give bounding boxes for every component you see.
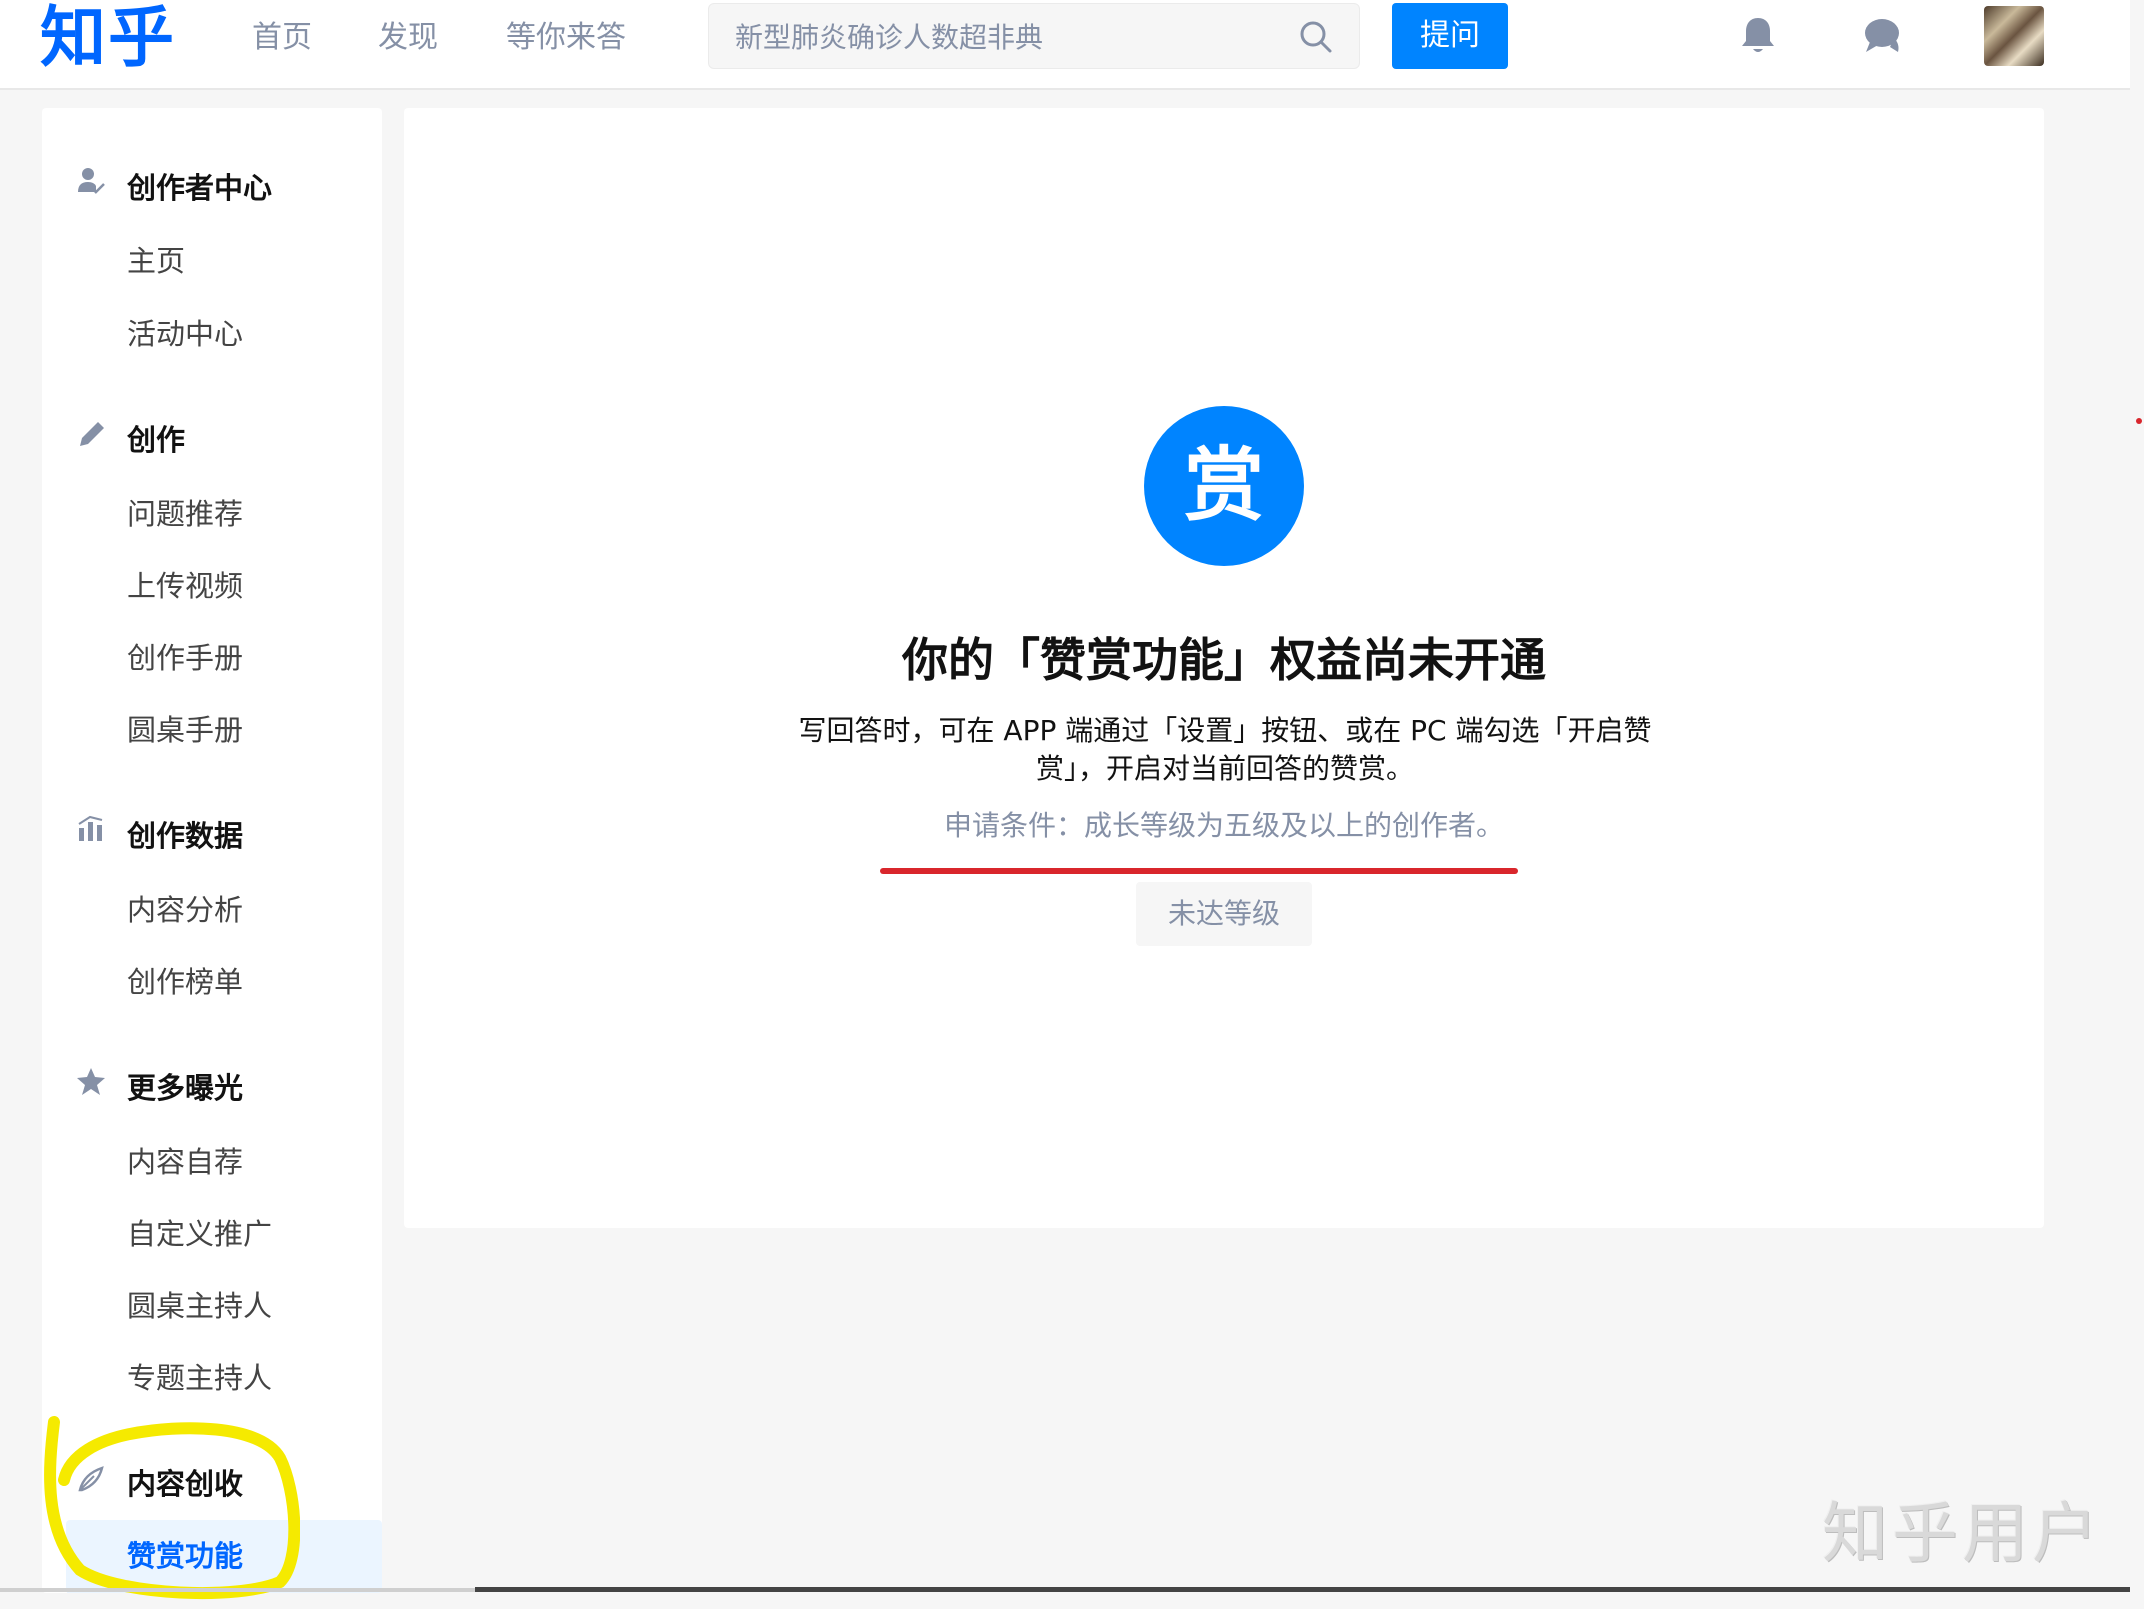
sidebar-item-custom-promotion[interactable]: 自定义推广 [127,1214,272,1254]
star-icon [77,1068,105,1095]
zhihu-logo[interactable]: 知乎 [40,0,176,76]
bell-icon[interactable] [1736,14,1780,58]
sidebar-item-creator-handbook[interactable]: 创作手册 [127,638,243,678]
sidebar-item-roundtable-handbook[interactable]: 圆桌手册 [127,710,243,750]
bottom-scrollbar[interactable] [475,1587,2130,1592]
top-header: 知乎 首页 发现 等你来答 提问 [0,0,2130,90]
ask-question-button[interactable]: 提问 [1392,3,1508,69]
creator-sidebar: 创作者中心 主页 活动中心 创作 问题推荐 上传视频 创作手册 圆桌手册 创作数… [42,108,382,1593]
section-title-more-exposure[interactable]: 更多曝光 [127,1068,243,1108]
nav-waiting-answers[interactable]: 等你来答 [506,18,626,58]
bar-chart-icon [78,815,103,841]
sidebar-item-roundtable-host[interactable]: 圆桌主持人 [127,1286,272,1326]
sidebar-item-topic-host[interactable]: 专题主持人 [127,1358,272,1398]
search-icon[interactable] [1299,20,1333,54]
sidebar-item-home[interactable]: 主页 [127,241,185,281]
section-title-creator-center[interactable]: 创作者中心 [127,168,272,208]
sidebar-item-content-analysis[interactable]: 内容分析 [127,890,243,930]
creator-icon [78,168,105,194]
sidebar-item-content-self-recommend[interactable]: 内容自荐 [127,1142,243,1182]
nav-discover[interactable]: 发现 [378,18,438,58]
watermark: 知乎用户 [1822,1495,2102,1572]
sidebar-item-activity-center[interactable]: 活动中心 [127,314,243,354]
red-underline-annotation [880,868,1518,874]
reward-not-enabled-title: 你的「赞赏功能」权益尚未开通 [902,633,1546,687]
search-box [708,3,1360,69]
sidebar-item-upload-video[interactable]: 上传视频 [127,566,243,606]
avatar[interactable] [1984,6,2044,66]
yellow-highlight-annotation [44,1416,300,1600]
red-dot [2136,418,2142,424]
sidebar-item-question-recommend[interactable]: 问题推荐 [127,494,243,534]
message-icon[interactable] [1860,14,1904,58]
section-title-creation-data[interactable]: 创作数据 [127,816,243,856]
reward-description: 写回答时，可在 APP 端通过「设置」按钮、或在 PC 端勾选「开启赞赏」，开启… [798,714,1652,785]
search-input[interactable] [733,16,1277,58]
pencil-icon [80,422,104,446]
nav-home[interactable]: 首页 [252,18,312,58]
reward-badge: 赏 [1144,406,1304,566]
section-title-create[interactable]: 创作 [127,420,185,460]
sidebar-item-creator-ranking[interactable]: 创作榜单 [127,962,243,1002]
level-not-reached-button[interactable]: 未达等级 [1136,882,1312,946]
apply-condition-text: 申请条件：成长等级为五级及以上的创作者。 [943,809,1504,842]
